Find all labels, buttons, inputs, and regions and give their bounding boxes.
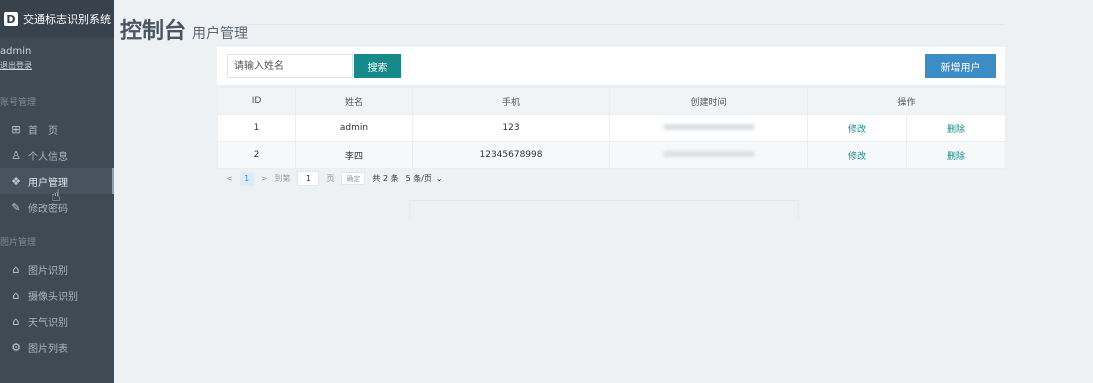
page-subtitle: 用户管理 bbox=[192, 26, 249, 42]
cell-phone: 12345678998 bbox=[412, 141, 610, 169]
pagination: < 1 > 到第 页 确定 共 2 条 5 条/页 ⌄ bbox=[226, 171, 443, 186]
users-icon: ❖ bbox=[11, 174, 21, 188]
table-row: 2 李四 12345678998 修改 删除 bbox=[217, 141, 1007, 169]
search-button[interactable]: 搜索 bbox=[354, 54, 401, 78]
hand-cursor-icon: ☝ bbox=[51, 186, 61, 205]
sidebar-item-label: 天气识别 bbox=[28, 317, 68, 329]
user-table: ID 姓名 手机 创建时间 操作 1 admin 123 修改 删除 2 李四 … bbox=[217, 87, 1007, 169]
bank-icon: ⌂ bbox=[12, 288, 20, 302]
bank-icon: ⌂ bbox=[12, 314, 20, 328]
empty-panel bbox=[409, 200, 799, 221]
cell-id: 2 bbox=[217, 141, 296, 169]
sidebar-item-label: 首 页 bbox=[28, 125, 58, 137]
page-size-select[interactable]: 5 条/页 ⌄ bbox=[406, 173, 443, 184]
edit-link[interactable]: 修改 bbox=[848, 152, 866, 162]
page-title: 控制台 bbox=[120, 19, 187, 44]
prev-page-button[interactable]: < bbox=[226, 174, 233, 183]
sidebar-item-label: 修改密码 bbox=[28, 203, 68, 215]
next-page-button[interactable]: > bbox=[261, 174, 268, 183]
chevron-down-icon: ⌄ bbox=[435, 174, 443, 183]
bank-icon: ⌂ bbox=[12, 262, 20, 276]
sidebar-item-camera-recognition[interactable]: ⌂ 摄像头识别 bbox=[0, 282, 114, 308]
delete-link[interactable]: 删除 bbox=[947, 125, 965, 135]
edit-link[interactable]: 修改 bbox=[848, 125, 866, 135]
page-number-current[interactable]: 1 bbox=[239, 171, 254, 186]
redacted-timestamp bbox=[662, 151, 755, 157]
cell-name: 李四 bbox=[295, 141, 413, 169]
brand: D 交通标志识别系统 bbox=[0, 0, 114, 38]
redacted-timestamp bbox=[662, 124, 755, 130]
page-header: 控制台 用户管理 bbox=[120, 13, 248, 45]
cell-phone: 123 bbox=[412, 114, 610, 142]
sidebar-item-weather-recognition[interactable]: ⌂ 天气识别 bbox=[0, 308, 114, 334]
cell-name: admin bbox=[295, 114, 413, 142]
person-icon: ♙ bbox=[11, 148, 21, 162]
section-images: 图片管理 bbox=[0, 238, 37, 248]
cell-delete: 删除 bbox=[905, 141, 1007, 169]
goto-page-input[interactable] bbox=[297, 171, 320, 186]
app-logo-icon: D bbox=[4, 12, 18, 26]
column-header-id: ID bbox=[217, 87, 296, 115]
toolbar: 搜索 新增用户 bbox=[217, 47, 1005, 85]
total-count: 共 2 条 bbox=[372, 174, 399, 183]
page-size-value: 5 条/页 bbox=[405, 174, 432, 183]
cell-id: 1 bbox=[217, 114, 296, 142]
delete-link[interactable]: 删除 bbox=[947, 152, 965, 162]
header-divider bbox=[245, 24, 1005, 25]
cell-edit: 修改 bbox=[807, 141, 907, 169]
pencil-icon: ✎ bbox=[11, 200, 21, 214]
sidebar-item-label: 摄像头识别 bbox=[28, 291, 78, 303]
sidebar-item-image-recognition[interactable]: ⌂ 图片识别 bbox=[0, 256, 114, 282]
sidebar-item-label: 图片列表 bbox=[28, 343, 68, 355]
column-header-actions: 操作 bbox=[806, 87, 1007, 115]
section-account: 账号管理 bbox=[0, 98, 37, 108]
add-user-button[interactable]: 新增用户 bbox=[925, 54, 996, 78]
cell-created bbox=[609, 114, 808, 142]
sidebar-item-profile[interactable]: ♙ 个人信息 bbox=[0, 142, 114, 168]
user-block: admin 退出登录 bbox=[0, 38, 114, 84]
sidebar-item-label: 图片识别 bbox=[28, 265, 68, 277]
search-input[interactable] bbox=[227, 54, 353, 78]
goto-label: 到第 bbox=[274, 174, 291, 183]
cell-delete: 删除 bbox=[905, 114, 1007, 142]
sidebar-item-label: 用户管理 bbox=[28, 177, 68, 189]
home-icon: ⊞ bbox=[11, 122, 21, 136]
sidebar-item-image-list[interactable]: ⚙ 图片列表 bbox=[0, 334, 114, 360]
table-header-row: ID 姓名 手机 创建时间 操作 bbox=[217, 87, 1007, 115]
sidebar-item-label: 个人信息 bbox=[28, 151, 68, 163]
page-unit-label: 页 bbox=[326, 174, 335, 183]
user-name: admin bbox=[0, 46, 32, 57]
goto-confirm-button[interactable]: 确定 bbox=[341, 172, 366, 185]
column-header-created: 创建时间 bbox=[609, 87, 808, 115]
app-title: 交通标志识别系统 bbox=[23, 13, 111, 26]
table-row: 1 admin 123 修改 删除 bbox=[217, 114, 1007, 142]
sidebar-item-home[interactable]: ⊞ 首 页 bbox=[0, 116, 114, 142]
column-header-name: 姓名 bbox=[295, 87, 413, 115]
column-header-phone: 手机 bbox=[412, 87, 610, 115]
cell-created bbox=[609, 141, 808, 169]
logout-link[interactable]: 退出登录 bbox=[0, 60, 114, 71]
cell-edit: 修改 bbox=[807, 114, 907, 142]
gear-icon: ⚙ bbox=[11, 340, 21, 354]
